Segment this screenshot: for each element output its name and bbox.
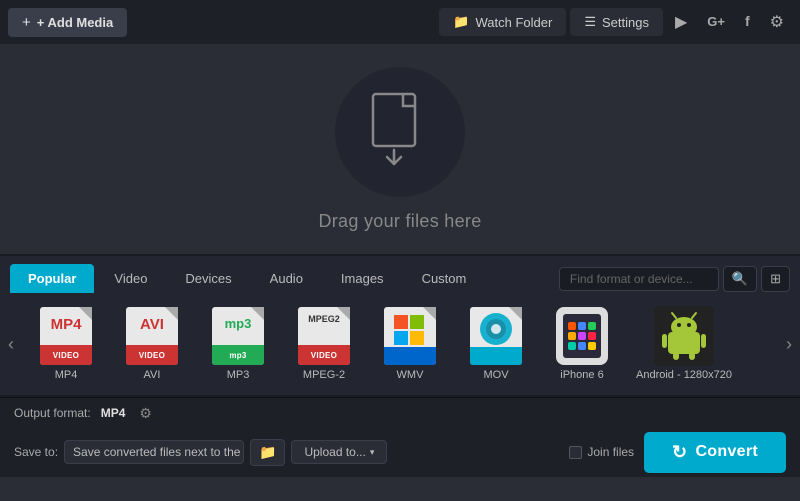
android-label: Android - 1280x720 xyxy=(636,369,732,381)
tab-custom[interactable]: Custom xyxy=(404,264,485,293)
gear-button[interactable]: ⚙ xyxy=(762,6,792,38)
output-format-value: MP4 xyxy=(101,406,126,420)
format-item-mp3[interactable]: mp3 mp3 MP3 xyxy=(198,301,278,387)
facebook-icon: f xyxy=(745,13,750,29)
mov-icon xyxy=(466,307,526,365)
format-items-list: MP4 VIDEO MP4 AVI VIDEO AVI xyxy=(22,301,778,387)
gplus-button[interactable]: G+ xyxy=(699,7,733,37)
format-tabs: Popular Video Devices Audio Images Custo… xyxy=(0,256,800,293)
upload-label: Upload to... xyxy=(304,445,365,459)
upload-chevron-icon: ▾ xyxy=(370,447,375,458)
iphone6-label: iPhone 6 xyxy=(560,369,603,381)
scroll-right-button[interactable]: › xyxy=(778,309,800,379)
wmv-icon xyxy=(380,307,440,365)
convert-icon: ↻ xyxy=(672,442,687,463)
mp4-icon: MP4 VIDEO xyxy=(36,307,96,365)
add-media-button[interactable]: + + Add Media xyxy=(8,8,127,37)
format-item-mpeg2[interactable]: MPEG2 VIDEO MPEG-2 xyxy=(284,301,364,387)
android-robot-svg xyxy=(660,310,708,362)
tab-video[interactable]: Video xyxy=(96,264,165,293)
watch-folder-label: Watch Folder xyxy=(475,15,552,30)
quicktime-logo xyxy=(478,311,514,347)
format-item-avi[interactable]: AVI VIDEO AVI xyxy=(112,301,192,387)
format-search: 🔍 ⊞ xyxy=(559,266,790,292)
tab-popular[interactable]: Popular xyxy=(10,264,94,293)
format-item-mp4[interactable]: MP4 VIDEO MP4 xyxy=(26,301,106,387)
watch-folder-icon: 📁 xyxy=(453,14,469,30)
topbar: + + Add Media 📁 Watch Folder ☰ Settings … xyxy=(0,0,800,44)
iphone6-icon xyxy=(552,307,612,365)
facebook-button[interactable]: f xyxy=(737,7,758,37)
mov-label: MOV xyxy=(483,369,508,381)
join-files-label[interactable]: Join files xyxy=(569,445,634,459)
plus-icon: + xyxy=(22,14,31,31)
youtube-button[interactable]: ▶ xyxy=(667,6,695,38)
output-settings-button[interactable]: ⚙ xyxy=(135,403,156,424)
gear-icon: ⚙ xyxy=(770,14,784,31)
mp3-icon: mp3 mp3 xyxy=(208,307,268,365)
youtube-icon: ▶ xyxy=(675,14,687,31)
mpeg2-icon: MPEG2 VIDEO xyxy=(294,307,354,365)
output-format-row: Output format: MP4 ⚙ xyxy=(14,403,786,424)
save-row: Save to: Save converted files next to th… xyxy=(14,432,786,473)
format-section: Popular Video Devices Audio Images Custo… xyxy=(0,254,800,395)
format-item-mov[interactable]: MOV xyxy=(456,301,536,387)
save-path-selector[interactable]: Save converted files next to the o... ▾ xyxy=(64,440,244,464)
drop-circle xyxy=(335,67,465,197)
save-path-text: Save converted files next to the o... xyxy=(73,445,244,459)
mp4-label: MP4 xyxy=(55,369,78,381)
settings-label: Settings xyxy=(602,15,649,30)
watch-folder-button[interactable]: 📁 Watch Folder xyxy=(439,8,566,36)
format-item-wmv[interactable]: WMV xyxy=(370,301,450,387)
settings-icon: ☰ xyxy=(584,14,596,30)
settings-button[interactable]: ☰ Settings xyxy=(570,8,663,36)
convert-button[interactable]: ↻ Convert xyxy=(644,432,786,473)
windows-logo xyxy=(394,315,426,347)
wmv-label: WMV xyxy=(397,369,424,381)
join-files-checkbox[interactable] xyxy=(569,446,582,459)
output-format-label: Output format: xyxy=(14,406,91,420)
gplus-icon: G+ xyxy=(707,14,725,29)
bottom-bar: Output format: MP4 ⚙ Save to: Save conve… xyxy=(0,397,800,477)
search-button[interactable]: 🔍 xyxy=(723,266,757,292)
drop-area[interactable]: Drag your files here xyxy=(0,44,800,254)
mpeg2-label: MPEG-2 xyxy=(303,369,345,381)
add-media-label: + Add Media xyxy=(37,15,113,30)
topbar-right: 📁 Watch Folder ☰ Settings ▶ G+ f ⚙ xyxy=(439,6,792,38)
format-item-android[interactable]: Android - 1280x720 xyxy=(628,301,740,387)
convert-label: Convert xyxy=(695,443,758,461)
tab-images[interactable]: Images xyxy=(323,264,402,293)
folder-icon: 📁 xyxy=(259,444,276,460)
drop-text: Drag your files here xyxy=(318,211,481,232)
format-item-iphone6[interactable]: iPhone 6 xyxy=(542,301,622,387)
format-items-row: ‹ MP4 VIDEO MP4 AVI VIDEO xyxy=(0,293,800,395)
search-input[interactable] xyxy=(559,267,719,291)
right-actions: Join files ↻ Convert xyxy=(569,432,786,473)
avi-icon: AVI VIDEO xyxy=(122,307,182,365)
tab-devices[interactable]: Devices xyxy=(167,264,249,293)
save-to-label: Save to: xyxy=(14,445,58,459)
avi-label: AVI xyxy=(144,369,161,381)
browse-folder-button[interactable]: 📁 xyxy=(250,439,285,466)
upload-button[interactable]: Upload to... ▾ xyxy=(291,440,387,464)
scroll-left-button[interactable]: ‹ xyxy=(0,309,22,379)
drop-icon xyxy=(365,92,435,172)
grid-view-button[interactable]: ⊞ xyxy=(761,266,790,292)
android-icon xyxy=(654,307,714,365)
tab-audio[interactable]: Audio xyxy=(252,264,321,293)
join-files-text: Join files xyxy=(587,445,634,459)
mp3-label: MP3 xyxy=(227,369,250,381)
